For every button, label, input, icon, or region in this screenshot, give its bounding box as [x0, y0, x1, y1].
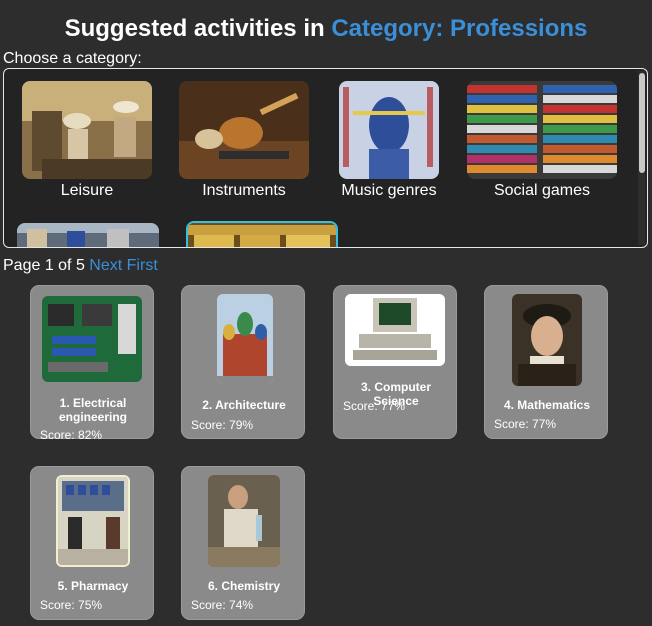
music-genres-photo — [339, 81, 439, 179]
cathedral-photo — [217, 294, 273, 384]
category-instruments[interactable]: Instruments — [164, 81, 324, 201]
category-label: Leisure — [60, 182, 114, 199]
activity-card-architecture[interactable]: 2. Architecture Score: 79% — [181, 285, 305, 439]
activity-card-computer-science[interactable]: 3. Computer Science Score: 77% — [333, 285, 457, 439]
first-page-link[interactable]: First — [127, 257, 158, 274]
category-label: Music genres — [341, 182, 437, 199]
title-category: Category: Professions — [331, 15, 588, 42]
activity-score: Score: 77% — [494, 417, 557, 431]
category-social-games[interactable]: Social games — [462, 81, 622, 201]
activity-name: 5. Pharmacy — [57, 579, 129, 593]
social-games-photo — [467, 81, 617, 179]
category-sports[interactable] — [7, 223, 167, 247]
leisure-photo — [22, 81, 152, 179]
category-label: Instruments — [202, 182, 286, 199]
activity-score: Score: 79% — [191, 418, 254, 432]
activity-card-mathematics[interactable]: 4. Mathematics Score: 77% — [484, 285, 608, 439]
page-title: Suggested activities in Category: Profes… — [0, 14, 652, 44]
activity-name: 2. Architecture — [202, 398, 286, 412]
category-scrollbar-thumb[interactable] — [639, 73, 645, 173]
activity-card-chemistry[interactable]: 6. Chemistry Score: 74% — [181, 466, 305, 620]
chemist-photo — [208, 475, 280, 567]
pharmacy-photo — [56, 475, 130, 567]
computer-photo — [345, 294, 445, 366]
activity-score: Score: 74% — [191, 598, 254, 612]
category-carousel: Leisure Instruments Music genres Social … — [3, 68, 648, 248]
instruments-photo — [179, 81, 309, 179]
activity-score: Score: 77% — [343, 399, 406, 413]
professions-photo — [186, 221, 338, 247]
circuit-board-photo — [42, 296, 142, 382]
category-music-genres[interactable]: Music genres — [309, 81, 469, 201]
mathematician-portrait — [512, 294, 582, 386]
category-label: Social games — [493, 182, 591, 199]
sports-photo — [17, 223, 159, 247]
activity-name: 4. Mathematics — [503, 398, 591, 412]
title-prefix: Suggested activities in — [64, 15, 325, 42]
activity-card-pharmacy[interactable]: 5. Pharmacy Score: 75% — [30, 466, 154, 620]
category-professions[interactable] — [184, 221, 340, 247]
page-status: Page 1 of 5 — [3, 257, 85, 274]
activity-card-electrical-engineering[interactable]: 1. Electrical engineering Score: 82% — [30, 285, 154, 442]
category-prompt: Choose a category: — [3, 50, 142, 67]
pagination: Page 1 of 5 Next First — [3, 256, 158, 276]
activity-name: 1. Electrical engineering — [58, 396, 127, 424]
activity-score: Score: 75% — [40, 598, 103, 612]
activity-name: 6. Chemistry — [207, 579, 281, 593]
next-page-link[interactable]: Next — [89, 257, 122, 274]
activity-score: Score: 82% — [40, 428, 103, 442]
category-leisure[interactable]: Leisure — [7, 81, 167, 201]
